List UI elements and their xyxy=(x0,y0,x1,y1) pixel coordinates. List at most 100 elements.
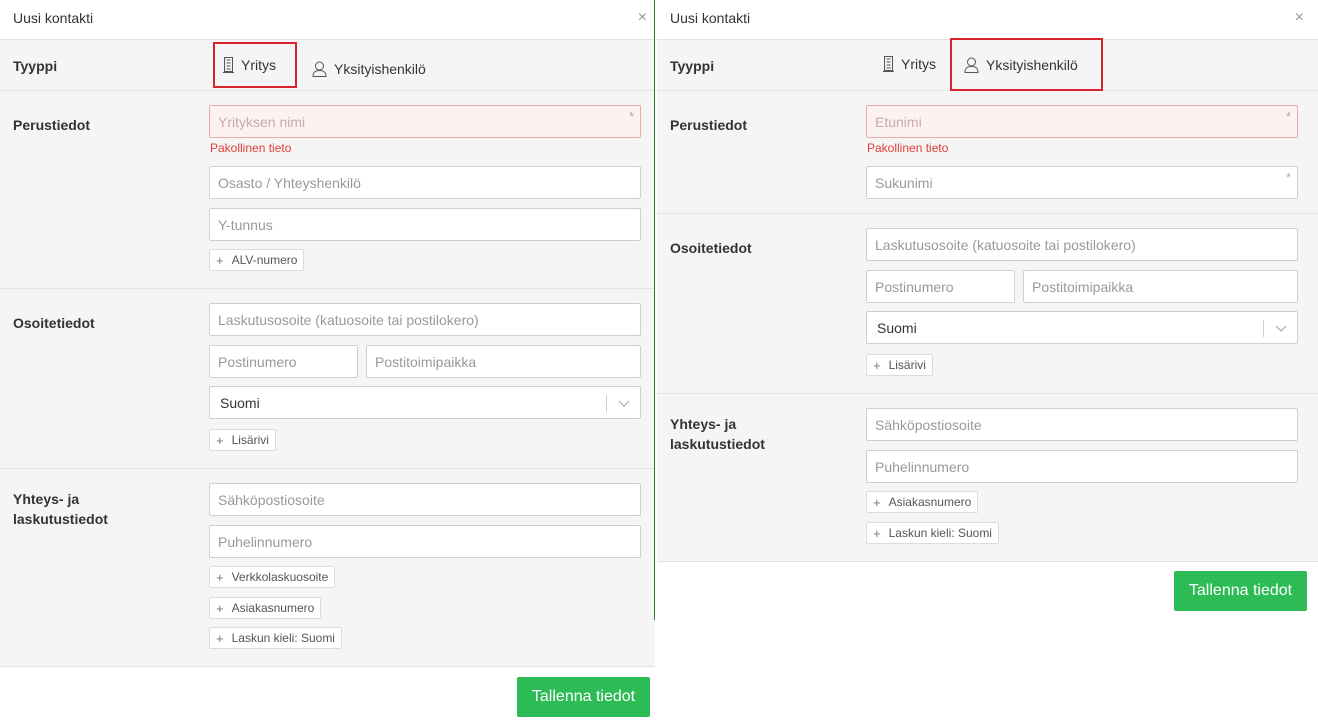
phone-input[interactable]: Puhelinnumero xyxy=(209,525,641,558)
add-customer-number-button[interactable]: + Asiakasnumero xyxy=(209,597,322,619)
contact-label-line1: Yhteys- ja xyxy=(13,491,80,507)
add-customer-number-button[interactable]: + Asiakasnumero xyxy=(866,491,979,513)
add-invoice-language-button[interactable]: + Laskun kieli: Suomi xyxy=(209,627,342,649)
billing-address-placeholder: Laskutusosoite (katuosoite tai postiloke… xyxy=(218,311,479,328)
plus-icon: + xyxy=(873,525,881,541)
city-placeholder: Postitoimipaikka xyxy=(375,353,477,370)
country-value: Suomi xyxy=(220,394,260,411)
billing-address-input[interactable]: Laskutusosoite (katuosoite tai postiloke… xyxy=(866,228,1298,261)
new-contact-dialog-company: Uusi kontakti × Tyyppi Yritys Yksityishe… xyxy=(0,0,655,721)
address-section: Osoitetiedot Laskutusosoite (katuosoite … xyxy=(657,214,1318,394)
save-button[interactable]: Tallenna tiedot xyxy=(1174,571,1307,611)
add-vat-label: ALV-numero xyxy=(231,253,298,267)
required-mark: * xyxy=(628,109,634,124)
add-invoice-language-button[interactable]: + Laskun kieli: Suomi xyxy=(866,522,999,544)
postal-code-input[interactable]: Postinumero xyxy=(866,270,1015,303)
tab-private-label: Yksityishenkilö xyxy=(986,56,1078,73)
email-placeholder: Sähköpostiosoite xyxy=(875,416,982,433)
basic-info-label: Perustiedot xyxy=(670,117,748,133)
tab-company-label: Yritys xyxy=(241,57,276,73)
add-vat-button[interactable]: + ALV-numero xyxy=(209,249,305,271)
billing-address-placeholder: Laskutusosoite (katuosoite tai postiloke… xyxy=(875,236,1136,253)
chevron-down-icon xyxy=(618,396,630,412)
country-value: Suomi xyxy=(877,319,917,336)
add-row-button[interactable]: + Lisärivi xyxy=(866,354,933,376)
save-button[interactable]: Tallenna tiedot xyxy=(517,677,650,717)
building-icon xyxy=(223,57,234,73)
add-customer-number-label: Asiakasnumero xyxy=(888,495,972,509)
close-icon[interactable]: × xyxy=(1295,10,1304,26)
contact-label-line2: laskutustiedot xyxy=(13,511,108,527)
city-input[interactable]: Postitoimipaikka xyxy=(366,345,641,378)
select-divider xyxy=(606,395,607,412)
business-id-placeholder: Y-tunnus xyxy=(218,216,273,233)
tab-company[interactable]: Yritys xyxy=(875,44,944,84)
tab-company-label: Yritys xyxy=(901,56,936,72)
plus-icon: + xyxy=(873,357,881,373)
plus-icon: + xyxy=(216,252,224,268)
country-select[interactable]: Suomi xyxy=(866,311,1298,344)
add-einvoice-button[interactable]: + Verkkolaskuosoite xyxy=(209,566,336,588)
select-divider xyxy=(1263,320,1264,337)
contact-billing-label: Yhteys- ja laskutustiedot xyxy=(670,414,765,454)
building-icon xyxy=(883,56,894,72)
last-name-input[interactable]: Sukunimi * xyxy=(866,166,1298,199)
required-error: Pakollinen tieto xyxy=(210,141,292,155)
basic-info-section: Perustiedot Yrityksen nimi * Pakollinen … xyxy=(0,91,655,289)
person-icon xyxy=(312,61,327,77)
phone-input[interactable]: Puhelinnumero xyxy=(866,450,1298,483)
email-input[interactable]: Sähköpostiosoite xyxy=(209,483,641,516)
add-invoice-language-label: Laskun kieli: Suomi xyxy=(888,526,992,540)
required-mark: * xyxy=(1285,109,1291,124)
phone-placeholder: Puhelinnumero xyxy=(218,533,313,550)
person-icon xyxy=(964,57,979,73)
last-name-placeholder: Sukunimi xyxy=(875,174,933,191)
dialog-header: Uusi kontakti × xyxy=(657,0,1318,40)
basic-info-section: Perustiedot Etunimi * Pakollinen tieto S… xyxy=(657,91,1318,214)
add-row-button[interactable]: + Lisärivi xyxy=(209,429,276,451)
add-row-label: Lisärivi xyxy=(888,358,926,372)
contact-label-line2: laskutustiedot xyxy=(670,436,765,452)
first-name-placeholder: Etunimi xyxy=(875,113,922,130)
department-input[interactable]: Osasto / Yhteyshenkilö xyxy=(209,166,641,199)
company-name-placeholder: Yrityksen nimi xyxy=(218,113,306,130)
billing-address-input[interactable]: Laskutusosoite (katuosoite tai postiloke… xyxy=(209,303,641,336)
first-name-input[interactable]: Etunimi * xyxy=(866,105,1298,138)
postal-code-placeholder: Postinumero xyxy=(875,278,954,295)
plus-icon: + xyxy=(216,569,224,585)
postal-code-placeholder: Postinumero xyxy=(218,353,297,370)
required-mark: * xyxy=(1285,170,1291,185)
contact-billing-label: Yhteys- ja laskutustiedot xyxy=(13,489,108,529)
add-invoice-language-label: Laskun kieli: Suomi xyxy=(231,631,335,645)
tab-private-label: Yksityishenkilö xyxy=(334,61,426,77)
dialog-header: Uusi kontakti × xyxy=(0,0,655,40)
tab-private[interactable]: Yksityishenkilö xyxy=(304,50,434,88)
contact-billing-section: Yhteys- ja laskutustiedot Sähköpostiosoit… xyxy=(0,469,655,667)
country-select[interactable]: Suomi xyxy=(209,386,641,419)
postal-code-input[interactable]: Postinumero xyxy=(209,345,358,378)
company-name-input[interactable]: Yrityksen nimi * xyxy=(209,105,641,138)
plus-icon: + xyxy=(216,600,224,616)
type-row: Tyyppi Yritys Yksityishenkilö xyxy=(657,38,1318,91)
dialog-title: Uusi kontakti xyxy=(670,10,751,26)
business-id-input[interactable]: Y-tunnus xyxy=(209,208,641,241)
contact-label-line1: Yhteys- ja xyxy=(670,416,737,432)
tab-private[interactable]: Yksityishenkilö xyxy=(950,38,1103,91)
add-customer-number-label: Asiakasnumero xyxy=(231,601,315,615)
chevron-down-icon xyxy=(1275,321,1287,337)
add-row-label: Lisärivi xyxy=(231,433,269,447)
panel-divider xyxy=(654,0,655,620)
type-label: Tyyppi xyxy=(13,58,58,74)
contact-billing-section: Yhteys- ja laskutustiedot Sähköpostiosoit… xyxy=(657,394,1318,562)
close-icon[interactable]: × xyxy=(638,10,647,26)
address-label: Osoitetiedot xyxy=(13,315,95,331)
required-error: Pakollinen tieto xyxy=(867,141,949,155)
email-input[interactable]: Sähköpostiosoite xyxy=(866,408,1298,441)
city-input[interactable]: Postitoimipaikka xyxy=(1023,270,1298,303)
plus-icon: + xyxy=(873,494,881,510)
new-contact-dialog-private: Uusi kontakti × Tyyppi Yritys Yksityishe… xyxy=(657,0,1318,721)
tab-company[interactable]: Yritys xyxy=(213,42,297,88)
basic-info-label: Perustiedot xyxy=(13,117,91,133)
phone-placeholder: Puhelinnumero xyxy=(875,458,970,475)
type-label: Tyyppi xyxy=(670,58,715,74)
